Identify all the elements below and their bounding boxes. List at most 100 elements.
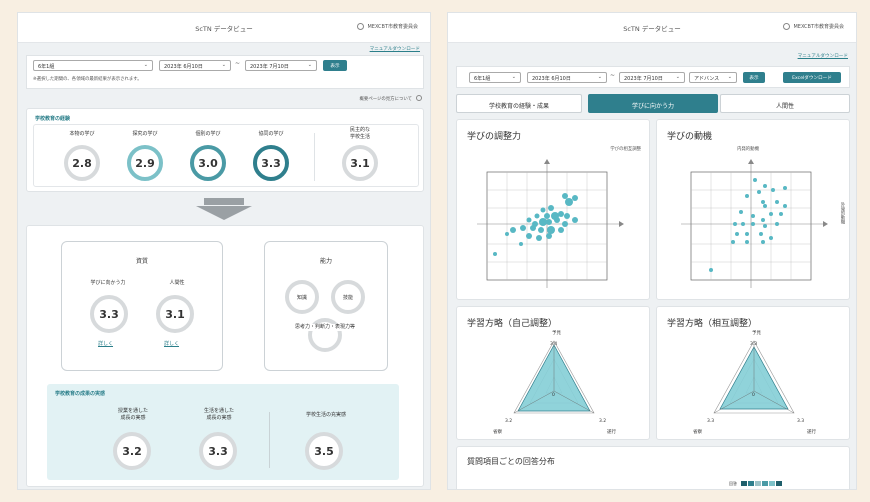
scatter-point	[761, 200, 765, 204]
axis-label-top: 内発的動機	[737, 147, 759, 152]
radar-axis-right: 遂行	[607, 430, 616, 435]
scatter-plot	[681, 159, 828, 288]
outcome-label: 学校生活の充実感	[305, 412, 346, 418]
scatter-point	[538, 227, 544, 233]
scatter-point	[534, 213, 540, 219]
help-link[interactable]: 概要ページの見方について	[360, 96, 412, 102]
experience-score: 3.1	[342, 145, 378, 181]
ability-thinking: 思考力・判断力・表現力等	[279, 324, 371, 331]
quality-label: 人間性	[169, 280, 185, 286]
show-button[interactable]: 表示	[323, 60, 347, 71]
show-button[interactable]: 表示	[743, 72, 765, 83]
grade-select[interactable]: 6年1組 ⌄	[469, 72, 521, 83]
date-range-separator: ~	[235, 60, 241, 67]
chevron-down-icon: ⌄	[511, 74, 516, 80]
ability-knowledge: 知識	[285, 280, 319, 314]
details-link[interactable]: 詳しく	[164, 340, 179, 347]
percent-tick: 100%	[837, 489, 848, 490]
section-title: 学校教育の経験	[35, 116, 71, 122]
chart-title: 質問項目ごとの回答分布	[467, 457, 555, 466]
scatter-point	[526, 217, 532, 223]
legend-swatch	[741, 481, 747, 486]
manual-download-link[interactable]: マニュアルダウンロード	[370, 46, 420, 52]
chart-title: 学びの調整力	[467, 132, 522, 142]
scatter-point	[783, 204, 787, 208]
tab-experience-outcome[interactable]: 学校教育の経験・成果	[456, 94, 582, 113]
filter-note: ※選択した期間の、各領域の最新結果が表示されます。	[33, 77, 142, 82]
ability-skill: 技能	[331, 280, 365, 314]
scatter-point	[540, 207, 546, 213]
scatter-point	[526, 233, 532, 239]
experience-score: 2.8	[64, 145, 100, 181]
abilities-title: 能力	[319, 258, 332, 265]
scatter-point	[769, 236, 773, 240]
legend-swatch	[762, 481, 768, 486]
outcome-score: 3.3	[199, 432, 237, 470]
date-to-select[interactable]: 2023年 7月10日 ⌄	[245, 60, 317, 71]
radar-value-left: 3.2	[505, 419, 513, 424]
chevron-down-icon: ⌄	[727, 74, 732, 80]
regulation-chart-card: 学びの調整力 学びの相互調整	[456, 119, 650, 300]
tab-humanity[interactable]: 人間性	[720, 94, 850, 113]
date-from-select[interactable]: 2023年 6月10日 ⌄	[159, 60, 231, 71]
user-menu[interactable]: MEXCBT市教育委員会	[357, 23, 418, 30]
details-link[interactable]: 詳しく	[98, 340, 113, 347]
grade-select[interactable]: 6年1組 ⌄	[33, 60, 153, 71]
grade-select-value: 6年1組	[38, 64, 55, 70]
experience-label: 探究の学び	[132, 131, 158, 137]
outcome-score: 3.2	[113, 432, 151, 470]
excel-download-button[interactable]: Excelダウンロード	[783, 72, 841, 83]
scatter-point	[753, 178, 757, 182]
radar-axis-top: 予見	[552, 331, 561, 336]
question-icon[interactable]	[416, 95, 422, 101]
school-experience-card: 学校教育の経験 本物の学び 2.8 探究の学び 2.9 個別の学び 3.0 協同…	[26, 108, 424, 192]
experience-label: 本物の学び	[69, 131, 95, 137]
experience-label: 協同の学び	[258, 131, 284, 137]
manual-download-link[interactable]: マニュアルダウンロード	[798, 53, 848, 59]
axis-label: 学びの相互調整	[610, 147, 641, 152]
date-range-separator: ~	[610, 72, 616, 79]
user-name: MEXCBT市教育委員会	[367, 24, 418, 30]
radar-value-top: 3.3	[750, 342, 758, 347]
date-from-select[interactable]: 2023年 6月10日 ⌄	[527, 72, 607, 83]
radar-axis-left: 省察	[693, 430, 702, 435]
down-arrow-icon	[196, 198, 252, 220]
radar-value-right: 3.2	[599, 419, 607, 424]
outcome-score: 3.5	[305, 432, 343, 470]
scatter-point	[733, 222, 737, 226]
date-to-select[interactable]: 2023年 7月10日 ⌄	[619, 72, 685, 83]
scatter-point	[761, 240, 765, 244]
scatter-point	[562, 193, 568, 199]
experience-score: 2.9	[127, 145, 163, 181]
percent-axis: 0% 20% 40% 60% 80% 100%	[677, 489, 847, 490]
mode-select[interactable]: アドバンス ⌄	[689, 72, 737, 83]
scatter-point	[763, 224, 767, 228]
outcome-label: 授業を通した 成長の実感	[117, 408, 148, 421]
self-regulation-radar-card: 学習方略（自己調整） 予見 3.4 0 3.2 省察 3.2 遂行	[456, 306, 650, 440]
radar-axis-right: 遂行	[807, 430, 816, 435]
scatter-point	[520, 225, 526, 231]
user-icon	[357, 23, 365, 30]
scatter-point	[546, 233, 552, 239]
user-icon	[783, 23, 791, 30]
user-menu[interactable]: MEXCBT市教育委員会	[783, 23, 844, 30]
chart-title: 学習方略（相互調整）	[667, 319, 758, 329]
scatter-point	[771, 188, 775, 192]
quality-score: 3.1	[156, 295, 194, 333]
tab-learning-drive[interactable]: 学びに向かう力	[588, 94, 718, 113]
chevron-down-icon: ⌄	[221, 62, 226, 68]
abilities-box: 能力 知識 技能 思考力・判断力・表現力等	[264, 241, 388, 371]
scatter-plot	[477, 159, 624, 288]
radar-value-top: 3.4	[550, 342, 558, 347]
experience-label: 民主的な 学校生活	[349, 127, 370, 140]
legend-swatch	[776, 481, 782, 486]
radar-chart	[513, 340, 595, 414]
outcome-title: 学校教育の成果の実感	[55, 391, 106, 397]
experience-score: 3.0	[190, 145, 226, 181]
response-distribution-card: 質問項目ごとの回答分布 回答 0% 20% 40% 60% 80% 100%	[456, 446, 850, 490]
scatter-point	[565, 198, 573, 206]
radar-center-value: 0	[752, 393, 755, 398]
percent-tick: 40%	[741, 489, 750, 490]
outcome-box: 学校教育の成果の実感 授業を通した 成長の実感 3.2 生活を通した 成長の実感…	[47, 384, 399, 480]
scatter-point	[751, 214, 755, 218]
